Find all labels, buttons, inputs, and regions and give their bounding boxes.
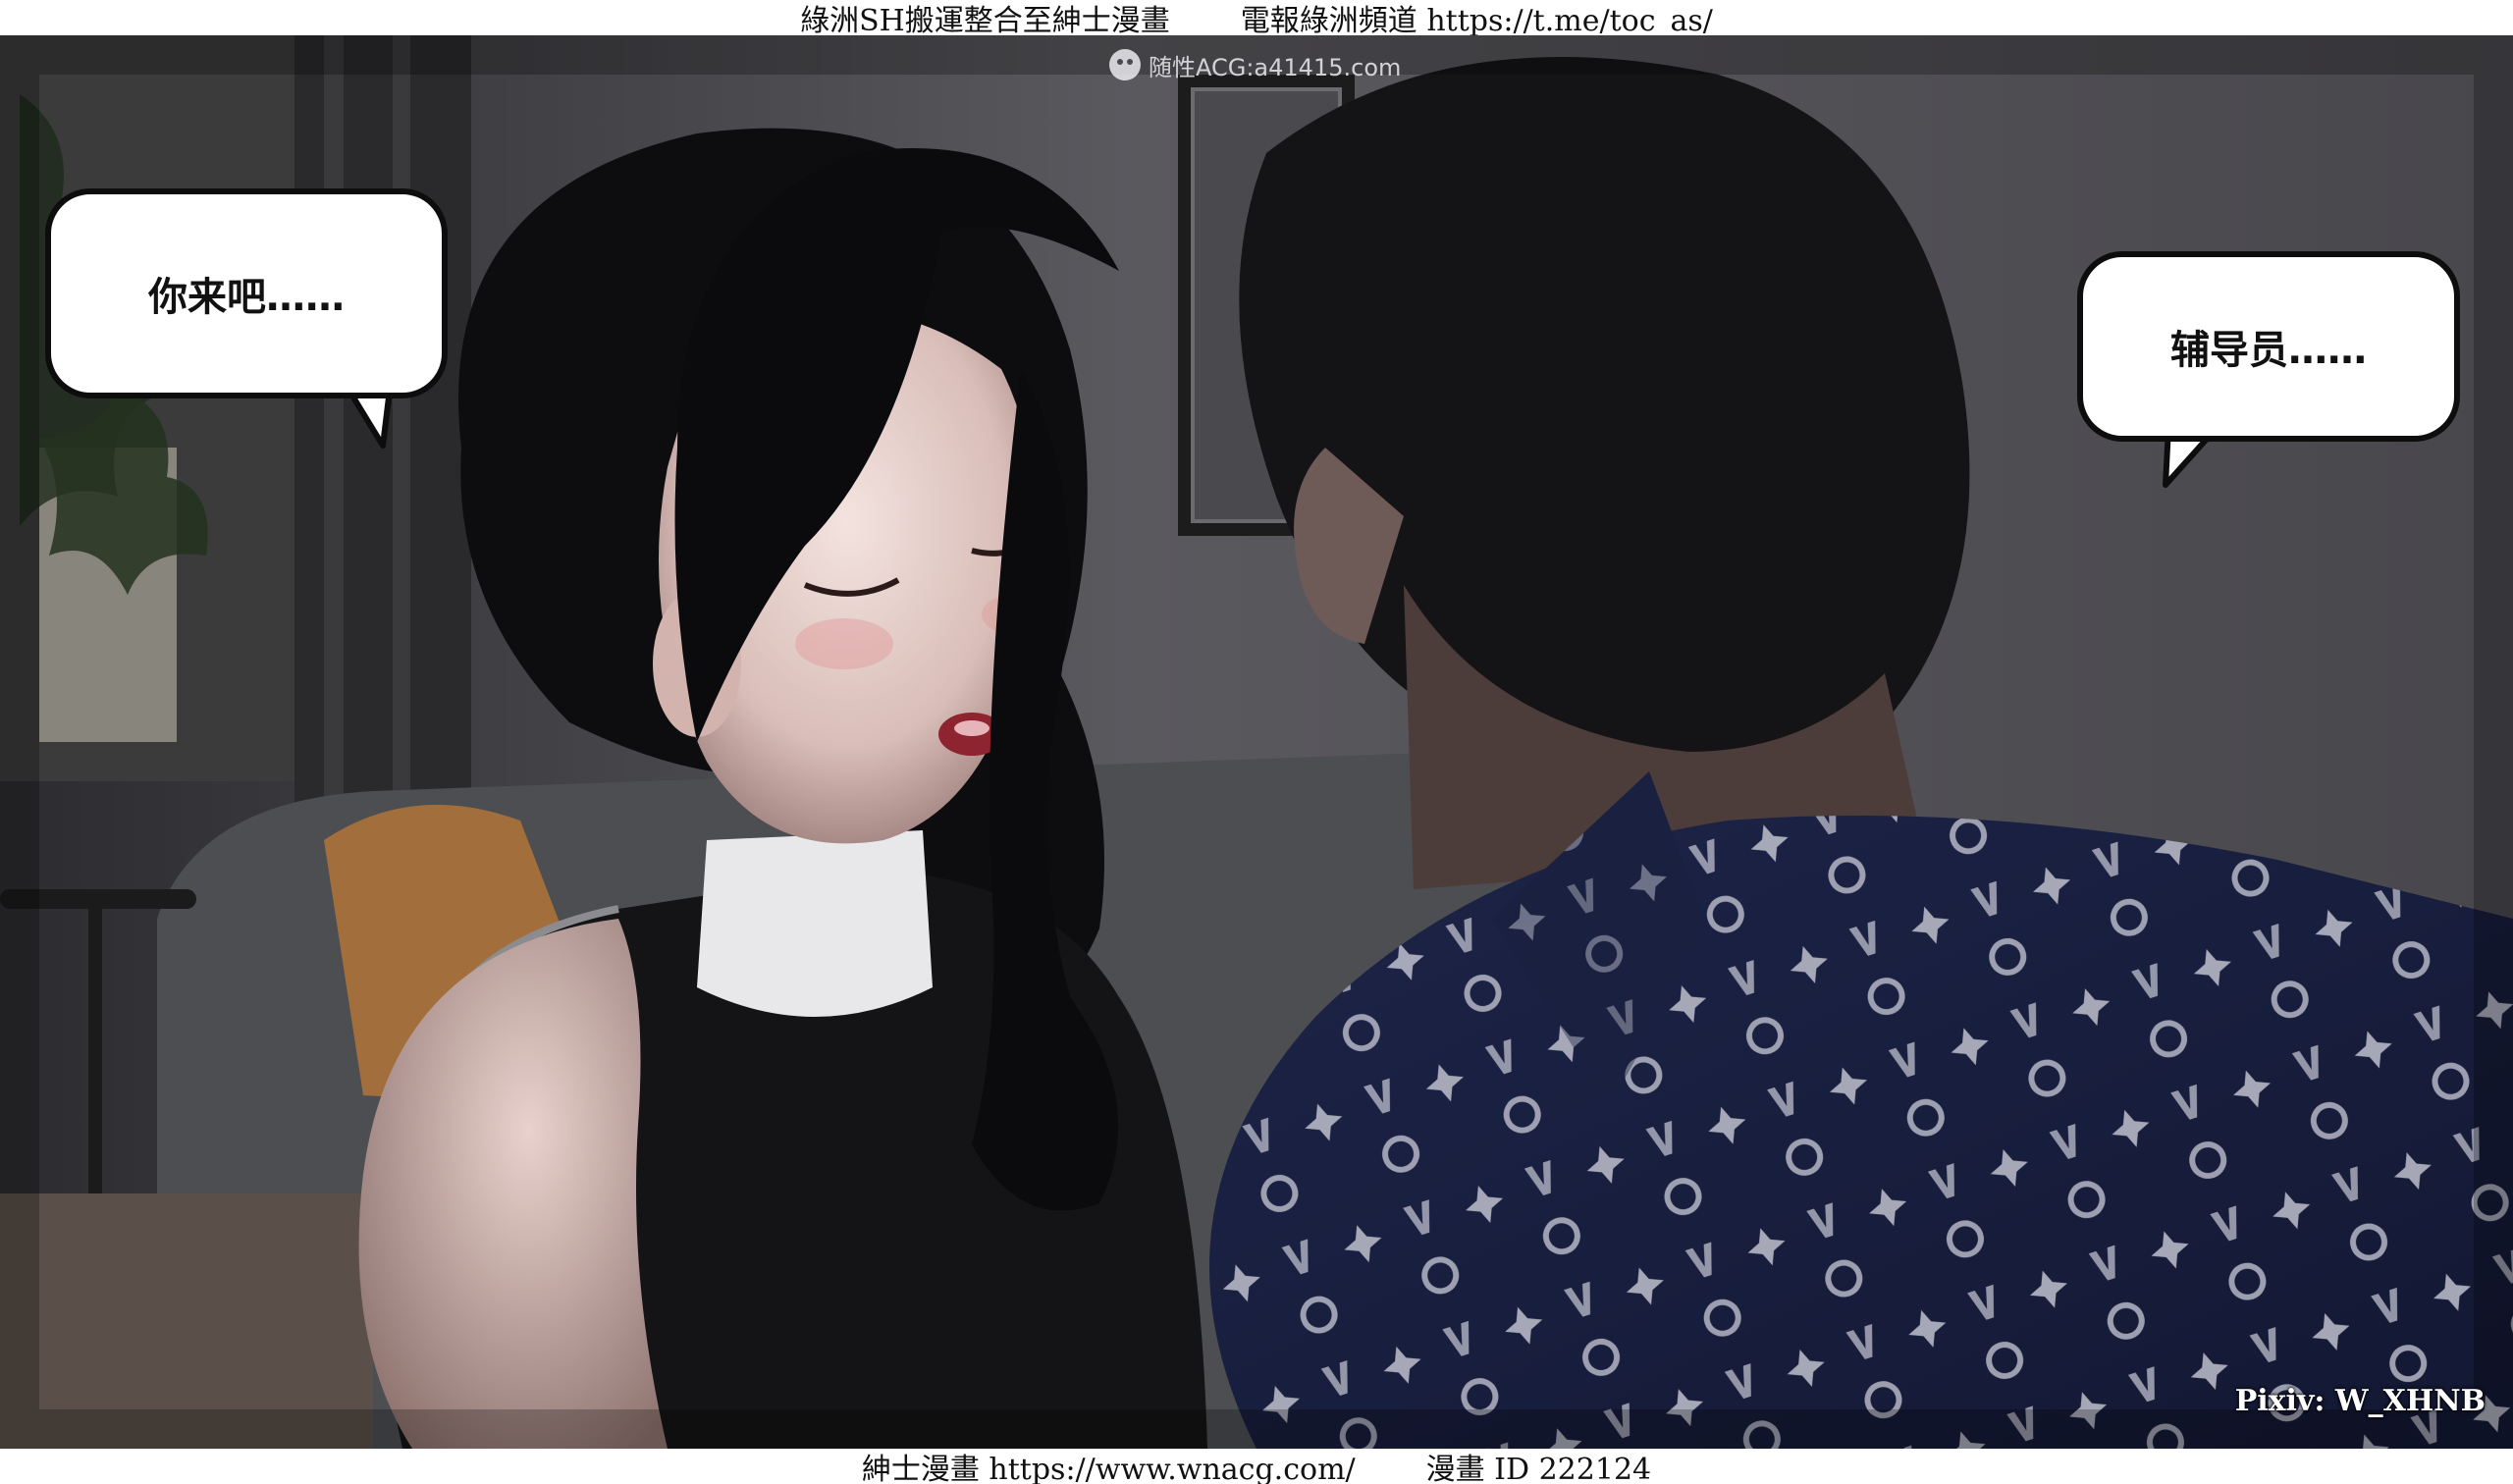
bottom-banner-right-text: 漫畫 ID 222124 bbox=[1425, 1453, 1652, 1484]
speech-bubble-girl: 你来吧…… bbox=[45, 188, 448, 398]
speech-bubble-boy-text: 辅导员…… bbox=[2170, 328, 2367, 373]
comic-panel: 随性ACG:a41415.com 你来吧…… 辅导员…… Pixiv: W_XH… bbox=[0, 35, 2513, 1449]
top-banner-right-text: 電報綠洲頻道 https://t.me/toc_as/ bbox=[1240, 4, 1713, 38]
speech-bubble-girl-text: 你来吧…… bbox=[148, 275, 345, 320]
top-banner-left-text: 綠洲SH搬運整合至紳士漫畫 bbox=[800, 4, 1170, 38]
artist-credit: Pixiv: W_XHNB bbox=[2234, 1384, 2486, 1418]
speech-bubble-boy: 辅导员…… bbox=[2077, 251, 2460, 442]
watermark: 随性ACG:a41415.com bbox=[1109, 43, 1401, 86]
bottom-banner-left-text: 紳士漫畫 https://www.wnacg.com/ bbox=[861, 1453, 1356, 1484]
watermark-text: 随性ACG:a41415.com bbox=[1149, 53, 1402, 81]
top-banner: 綠洲SH搬運整合至紳士漫畫 電報綠洲頻道 https://t.me/toc_as… bbox=[0, 0, 2513, 38]
bottom-banner: 紳士漫畫 https://www.wnacg.com/ 漫畫 ID 222124 bbox=[0, 1449, 2513, 1484]
watermark-logo-icon bbox=[1109, 49, 1141, 80]
